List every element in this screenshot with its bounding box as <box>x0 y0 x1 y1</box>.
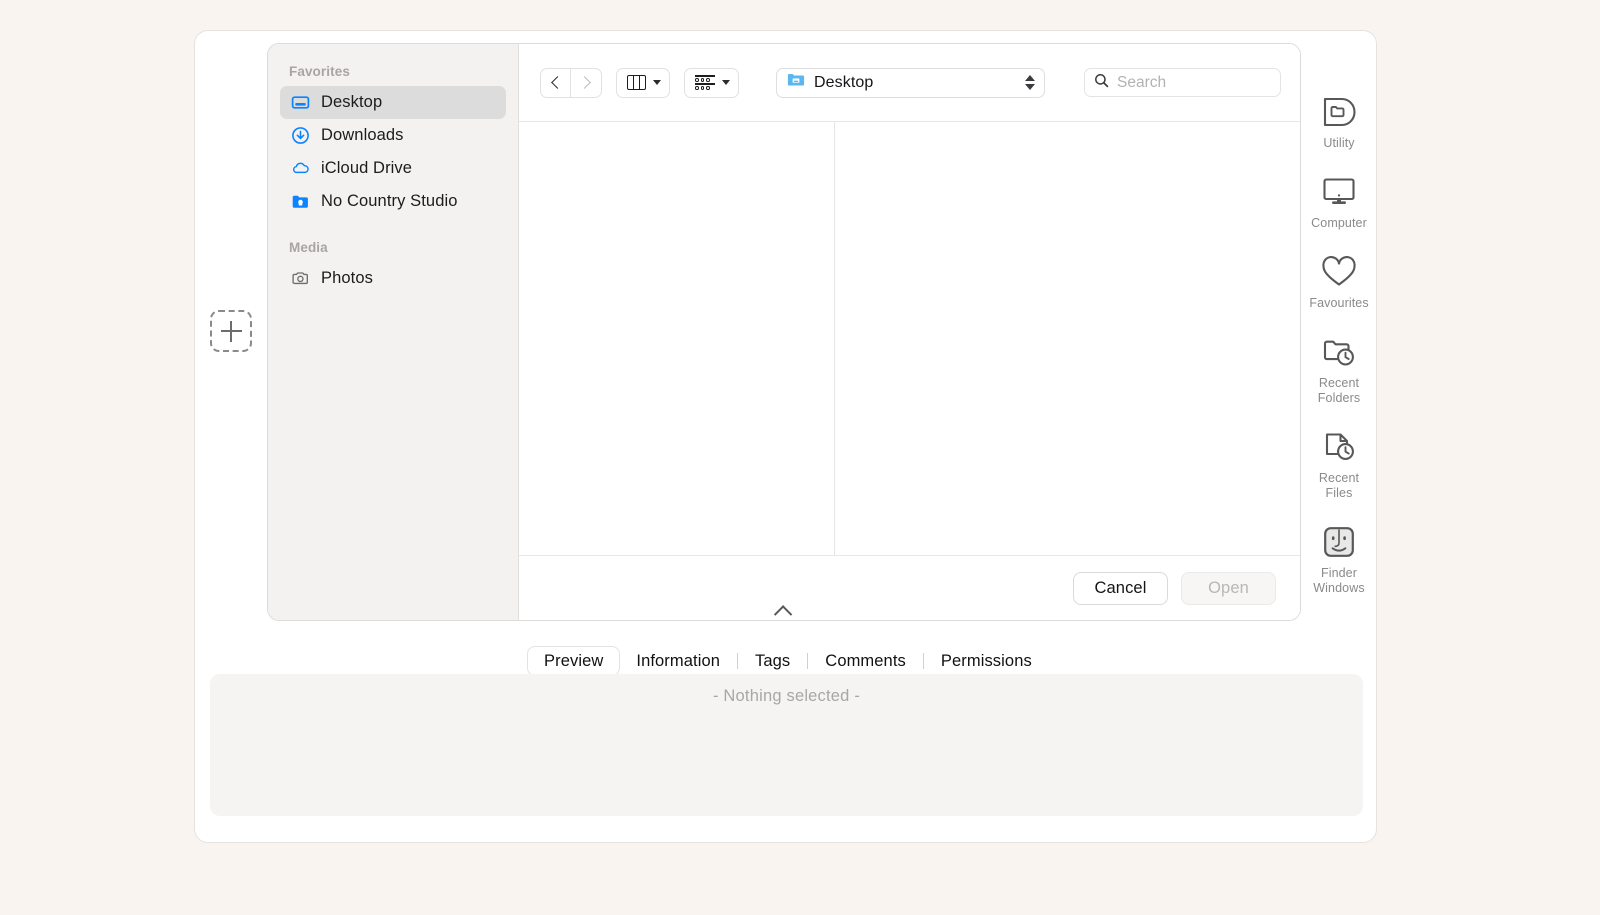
sidebar-item-label: No Country Studio <box>321 192 458 210</box>
downloads-icon <box>291 126 310 145</box>
navigation-buttons <box>540 67 602 98</box>
sidebar-item-label: iCloud Drive <box>321 159 413 177</box>
search-input[interactable] <box>1117 73 1271 92</box>
plus-icon-vertical <box>230 320 232 342</box>
sidebar-item-no-country-studio[interactable]: No Country Studio <box>280 185 506 218</box>
group-by-icon <box>695 75 715 90</box>
browser-column-1[interactable] <box>519 122 835 555</box>
rail-item-utility[interactable]: Utility <box>1310 92 1368 151</box>
rail-item-label: Utility <box>1323 136 1355 150</box>
icloud-icon <box>291 159 310 178</box>
photos-camera-icon <box>291 269 310 288</box>
tab-permissions[interactable]: Permissions <box>925 646 1048 676</box>
rail-item-label: Favourites <box>1309 296 1369 310</box>
finder-face-icon <box>1319 522 1359 562</box>
sidebar-item-label: Desktop <box>321 93 383 111</box>
desktop-icon <box>291 93 310 112</box>
view-mode-button[interactable] <box>616 67 670 98</box>
tab-preview[interactable]: Preview <box>527 646 621 676</box>
heart-icon <box>1319 252 1359 292</box>
rail-item-label: Finder Windows <box>1313 566 1365 595</box>
chevron-down-icon <box>653 80 661 85</box>
preview-panel: - Nothing selected - <box>210 674 1363 816</box>
sidebar-item-label: Photos <box>321 269 373 287</box>
search-icon <box>1094 73 1109 93</box>
chevron-left-icon <box>550 76 564 89</box>
sidebar-item-photos[interactable]: Photos <box>280 262 506 295</box>
dialog-toolbar: Desktop <box>519 44 1300 122</box>
rail-item-finder-windows[interactable]: Finder Windows <box>1310 522 1368 596</box>
forward-button[interactable] <box>571 67 602 98</box>
resize-handle[interactable] <box>769 604 799 620</box>
recent-files-icon <box>1319 427 1359 467</box>
rail-item-label: Computer <box>1311 216 1367 230</box>
rail-item-label: Recent Files <box>1318 471 1360 500</box>
path-popup-button[interactable]: Desktop <box>776 67 1045 98</box>
rail-item-computer[interactable]: Computer <box>1310 172 1368 231</box>
preview-empty-text: - Nothing selected - <box>712 687 861 705</box>
dialog-sidebar: Favorites Desktop Downloads iCloud Drive… <box>268 44 519 620</box>
dialog-content: Desktop Cancel O <box>519 44 1300 620</box>
rail-item-recent-folders[interactable]: Recent Folders <box>1310 332 1368 406</box>
shared-folder-icon <box>291 192 310 211</box>
browser-column-2[interactable] <box>835 122 1300 555</box>
rail-item-recent-files[interactable]: Recent Files <box>1310 427 1368 501</box>
tab-separator <box>922 653 924 669</box>
tab-separator <box>737 653 739 669</box>
rail-item-label: Recent Folders <box>1317 376 1361 405</box>
up-down-chevron-icon <box>1025 75 1035 90</box>
sidebar-section-header-media: Media <box>289 240 328 255</box>
blue-folder-icon <box>787 72 805 93</box>
rail-item-favourites[interactable]: Favourites <box>1309 252 1369 311</box>
recent-folders-icon <box>1319 332 1359 372</box>
sidebar-section-header-favorites: Favorites <box>289 64 350 79</box>
open-button[interactable]: Open <box>1181 571 1276 605</box>
sidebar-item-label: Downloads <box>321 126 404 144</box>
sidebar-item-downloads[interactable]: Downloads <box>280 119 506 152</box>
dialog-action-bar: Cancel Open <box>519 556 1300 620</box>
path-label: Desktop <box>814 73 874 91</box>
add-dropzone-button[interactable] <box>210 310 252 352</box>
sidebar-item-desktop[interactable]: Desktop <box>280 86 506 119</box>
shortcut-icon-rail: Utility Computer Favourites Recent Folde… <box>1309 92 1369 596</box>
computer-display-icon <box>1319 172 1359 212</box>
search-field[interactable] <box>1084 68 1281 97</box>
chevron-down-icon <box>722 80 730 85</box>
sidebar-item-icloud-drive[interactable]: iCloud Drive <box>280 152 506 185</box>
tab-comments[interactable]: Comments <box>809 646 922 676</box>
utility-folder-icon <box>1319 92 1359 132</box>
group-by-button[interactable] <box>684 67 739 98</box>
tab-separator <box>807 653 809 669</box>
tab-tags[interactable]: Tags <box>739 646 806 676</box>
file-open-dialog: Favorites Desktop Downloads iCloud Drive… <box>267 43 1301 621</box>
chevron-right-icon <box>578 76 591 89</box>
cancel-button[interactable]: Cancel <box>1073 571 1168 605</box>
inspector-tab-bar: Preview Information Tags Comments Permis… <box>527 646 1048 676</box>
column-view-icon <box>627 75 646 90</box>
back-button[interactable] <box>540 67 571 98</box>
file-browser-columns <box>519 122 1300 556</box>
tab-information[interactable]: Information <box>620 646 736 676</box>
